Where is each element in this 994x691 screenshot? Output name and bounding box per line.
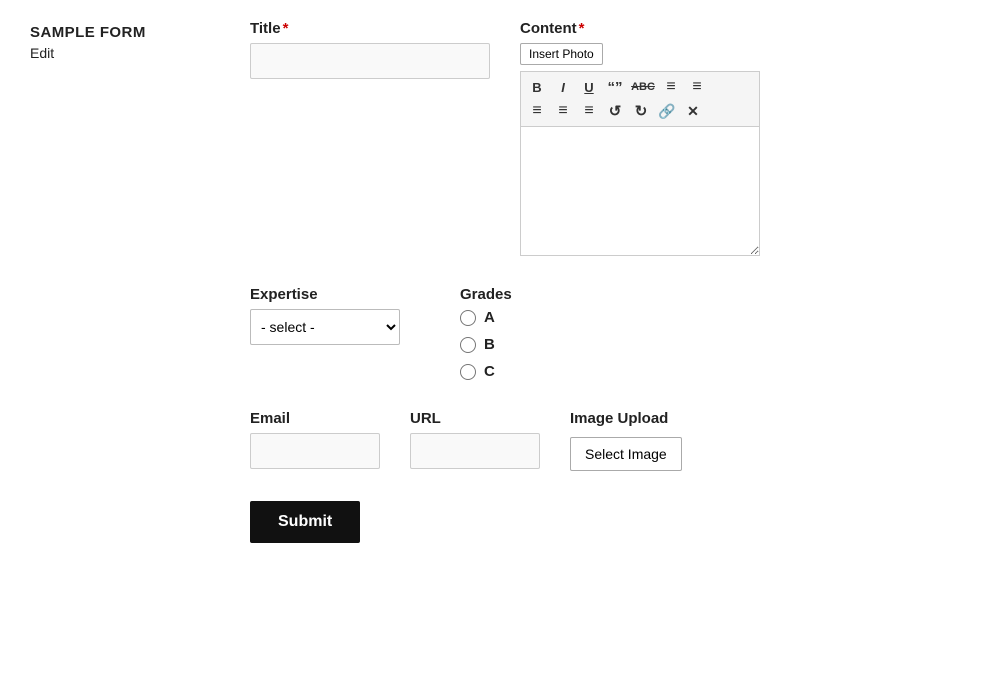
quote-button[interactable]: “”: [603, 75, 627, 99]
select-image-button[interactable]: Select Image: [570, 437, 682, 471]
grade-radio-a[interactable]: [460, 310, 476, 326]
align-center-button[interactable]: ≡: [551, 99, 575, 123]
form-area: Title* Content* Insert Photo B I U: [230, 20, 964, 543]
email-url-image-row: Email URL Image Upload Select Image: [250, 410, 964, 471]
italic-button[interactable]: I: [551, 75, 575, 99]
expertise-select[interactable]: - select - Option A Option B Option C: [250, 309, 400, 345]
unordered-list-button[interactable]: ≡: [659, 75, 683, 99]
image-upload-label: Image Upload: [570, 410, 682, 427]
grade-radio-c[interactable]: [460, 364, 476, 380]
grade-label-b: B: [484, 336, 495, 353]
content-editor-body[interactable]: [520, 126, 760, 256]
email-label: Email: [250, 410, 380, 427]
insert-photo-button[interactable]: Insert Photo: [520, 43, 603, 65]
grade-option-c[interactable]: C: [460, 363, 512, 380]
bold-button[interactable]: B: [525, 75, 549, 99]
editor-toolbar: B I U “” ABC ≡ ≡ ≡ ≡ ≡ ↺: [520, 71, 760, 126]
toolbar-row-2: ≡ ≡ ≡ ↺ ↻ 🔗 ✕: [525, 99, 755, 123]
title-label: Title*: [250, 20, 490, 37]
expertise-grades-row: Expertise - select - Option A Option B O…: [250, 286, 964, 380]
submit-row: Submit: [250, 491, 964, 543]
underline-button[interactable]: U: [577, 75, 601, 99]
grade-label-c: C: [484, 363, 495, 380]
expertise-label: Expertise: [250, 286, 400, 303]
content-group: Content* Insert Photo B I U “” ABC ≡ ≡: [520, 20, 760, 256]
grade-option-a[interactable]: A: [460, 309, 512, 326]
sidebar-edit-link[interactable]: Edit: [30, 45, 230, 61]
content-editor-wrapper: Insert Photo B I U “” ABC ≡ ≡ ≡: [520, 43, 760, 256]
toolbar-row-1: B I U “” ABC ≡ ≡: [525, 75, 755, 99]
strikethrough-button[interactable]: ABC: [629, 75, 657, 99]
clear-format-button[interactable]: ✕: [681, 99, 705, 123]
form-title: SAMPLE FORM: [30, 24, 230, 41]
grades-group: Grades A B C: [460, 286, 512, 380]
align-right-button[interactable]: ≡: [577, 99, 601, 123]
email-group: Email: [250, 410, 380, 469]
email-input[interactable]: [250, 433, 380, 469]
url-label: URL: [410, 410, 540, 427]
submit-button[interactable]: Submit: [250, 501, 360, 543]
grade-label-a: A: [484, 309, 495, 326]
url-group: URL: [410, 410, 540, 469]
grades-label: Grades: [460, 286, 512, 303]
url-input[interactable]: [410, 433, 540, 469]
grade-radio-b[interactable]: [460, 337, 476, 353]
image-upload-group: Image Upload Select Image: [570, 410, 682, 471]
undo-button[interactable]: ↺: [603, 99, 627, 123]
grades-options: A B C: [460, 309, 512, 380]
ordered-list-button[interactable]: ≡: [685, 75, 709, 99]
title-input[interactable]: [250, 43, 490, 79]
link-button[interactable]: 🔗: [655, 99, 679, 123]
redo-button[interactable]: ↻: [629, 99, 653, 123]
expertise-group: Expertise - select - Option A Option B O…: [250, 286, 400, 380]
content-label: Content*: [520, 20, 760, 37]
grade-option-b[interactable]: B: [460, 336, 512, 353]
title-group: Title*: [250, 20, 490, 79]
title-content-row: Title* Content* Insert Photo B I U: [250, 20, 964, 256]
sidebar: SAMPLE FORM Edit: [30, 20, 230, 543]
align-left-button[interactable]: ≡: [525, 99, 549, 123]
